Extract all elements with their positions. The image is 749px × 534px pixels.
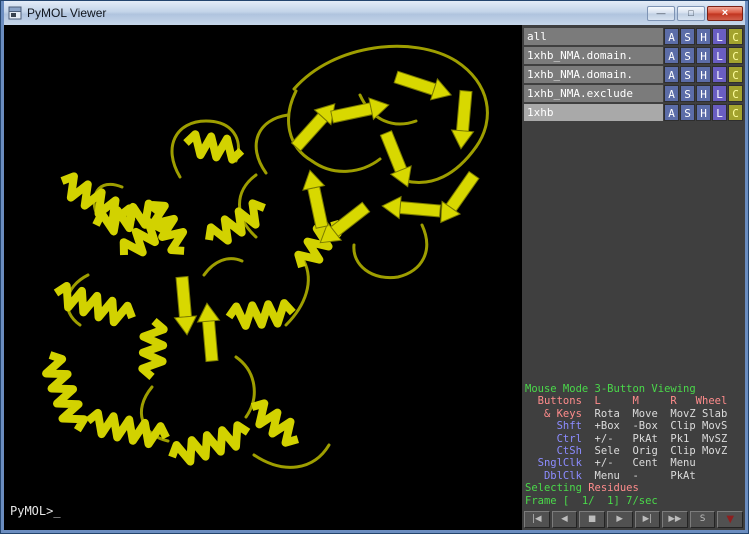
label-menu-button[interactable]: L bbox=[712, 85, 727, 102]
show-menu-button[interactable]: S bbox=[680, 28, 695, 45]
object-row: 1xhb_NMA.domain. A S H L C bbox=[524, 47, 743, 64]
object-name[interactable]: all bbox=[524, 28, 663, 45]
selecting-mode-line[interactable]: Selecting Residues bbox=[525, 482, 745, 494]
object-name[interactable]: 1xhb_NMA.exclude bbox=[524, 85, 663, 102]
label-menu-button[interactable]: L bbox=[712, 28, 727, 45]
mouse-ctsh-row: CtSh Sele Orig Clip MovZ bbox=[525, 445, 745, 457]
protein-helices bbox=[41, 133, 343, 466]
go-to-end-button[interactable]: ▶▶ bbox=[662, 511, 688, 528]
step-back-button[interactable]: ◀ bbox=[552, 511, 578, 528]
color-menu-button[interactable]: C bbox=[728, 66, 743, 83]
show-menu-button[interactable]: S bbox=[680, 66, 695, 83]
minimize-button[interactable]: — bbox=[647, 6, 675, 21]
color-menu-button[interactable]: C bbox=[728, 47, 743, 64]
mouse-shift-row: Shft +Box -Box Clip MovS bbox=[525, 420, 745, 432]
action-menu-button[interactable]: A bbox=[664, 28, 679, 45]
maximize-button[interactable]: □ bbox=[677, 6, 705, 21]
action-menu-button[interactable]: A bbox=[664, 66, 679, 83]
object-list: all A S H L C 1xhb_NMA.domain. A S H L C… bbox=[522, 25, 745, 123]
label-menu-button[interactable]: L bbox=[712, 47, 727, 64]
object-name[interactable]: 1xhb bbox=[524, 104, 663, 121]
mouse-mode-text: Mouse Mode 3-Button Viewing bbox=[525, 383, 696, 395]
object-row: all A S H L C bbox=[524, 28, 743, 45]
hide-menu-button[interactable]: H bbox=[696, 104, 711, 121]
label-menu-button[interactable]: L bbox=[712, 104, 727, 121]
hide-menu-button[interactable]: H bbox=[696, 28, 711, 45]
step-forward-button[interactable]: ▶| bbox=[635, 511, 661, 528]
object-row: 1xhb A S H L C bbox=[524, 104, 743, 121]
mouse-buttons-header: Buttons L M R Wheel bbox=[525, 395, 745, 407]
titlebar[interactable]: PyMOL Viewer — □ × bbox=[4, 1, 745, 25]
playback-bar: |◀ ◀ ■ ▶ ▶| ▶▶ S ▼ bbox=[522, 509, 745, 530]
play-button[interactable]: ▶ bbox=[607, 511, 633, 528]
protein-beta-strands bbox=[171, 67, 483, 362]
action-menu-button[interactable]: A bbox=[664, 104, 679, 121]
color-menu-button[interactable]: C bbox=[728, 104, 743, 121]
mouse-keys-row: & Keys Rota Move MovZ Slab bbox=[525, 408, 745, 420]
protein-cartoon-rendering bbox=[4, 25, 522, 529]
pymol-app-icon bbox=[8, 6, 22, 20]
object-row: 1xhb_NMA.domain. A S H L C bbox=[524, 66, 743, 83]
object-name[interactable]: 1xhb_NMA.domain. bbox=[524, 47, 663, 64]
mouse-singleclick-row: SnglClk +/- Cent Menu bbox=[525, 457, 745, 469]
color-menu-button[interactable]: C bbox=[728, 28, 743, 45]
frame-status-line: Frame [ 1/ 1] 7/sec bbox=[525, 495, 745, 507]
label-menu-button[interactable]: L bbox=[712, 66, 727, 83]
show-menu-button[interactable]: S bbox=[680, 47, 695, 64]
window-title: PyMOL Viewer bbox=[27, 1, 645, 25]
close-button[interactable]: × bbox=[707, 6, 743, 21]
movie-menu-button[interactable]: ▼ bbox=[717, 511, 743, 528]
show-menu-button[interactable]: S bbox=[680, 85, 695, 102]
mouse-doubleclick-row: DblClk Menu - PkAt bbox=[525, 470, 745, 482]
scene-button[interactable]: S bbox=[690, 511, 716, 528]
mouse-ctrl-row: Ctrl +/- PkAt Pk1 MvSZ bbox=[525, 433, 745, 445]
mouse-mode-line[interactable]: Mouse Mode 3-Button Viewing bbox=[525, 383, 745, 395]
window-content: PyMOL>_ all A S H L C 1xhb_NMA.domain. A… bbox=[4, 25, 745, 530]
action-menu-button[interactable]: A bbox=[664, 85, 679, 102]
mouse-mode-panel: Mouse Mode 3-Button Viewing Buttons L M … bbox=[522, 381, 745, 509]
show-menu-button[interactable]: S bbox=[680, 104, 695, 121]
pymol-viewer-window: PyMOL Viewer — □ × bbox=[0, 0, 749, 534]
object-row: 1xhb_NMA.exclude A S H L C bbox=[524, 85, 743, 102]
object-name[interactable]: 1xhb_NMA.domain. bbox=[524, 66, 663, 83]
molecule-viewport[interactable]: PyMOL>_ bbox=[4, 25, 522, 530]
hide-menu-button[interactable]: H bbox=[696, 66, 711, 83]
panel-spacer bbox=[522, 123, 745, 381]
protein-loops bbox=[67, 46, 487, 467]
hide-menu-button[interactable]: H bbox=[696, 85, 711, 102]
action-menu-button[interactable]: A bbox=[664, 47, 679, 64]
go-to-start-button[interactable]: |◀ bbox=[524, 511, 550, 528]
hide-menu-button[interactable]: H bbox=[696, 47, 711, 64]
command-prompt[interactable]: PyMOL>_ bbox=[10, 504, 61, 518]
color-menu-button[interactable]: C bbox=[728, 85, 743, 102]
control-panel: all A S H L C 1xhb_NMA.domain. A S H L C… bbox=[522, 25, 745, 530]
stop-button[interactable]: ■ bbox=[579, 511, 605, 528]
